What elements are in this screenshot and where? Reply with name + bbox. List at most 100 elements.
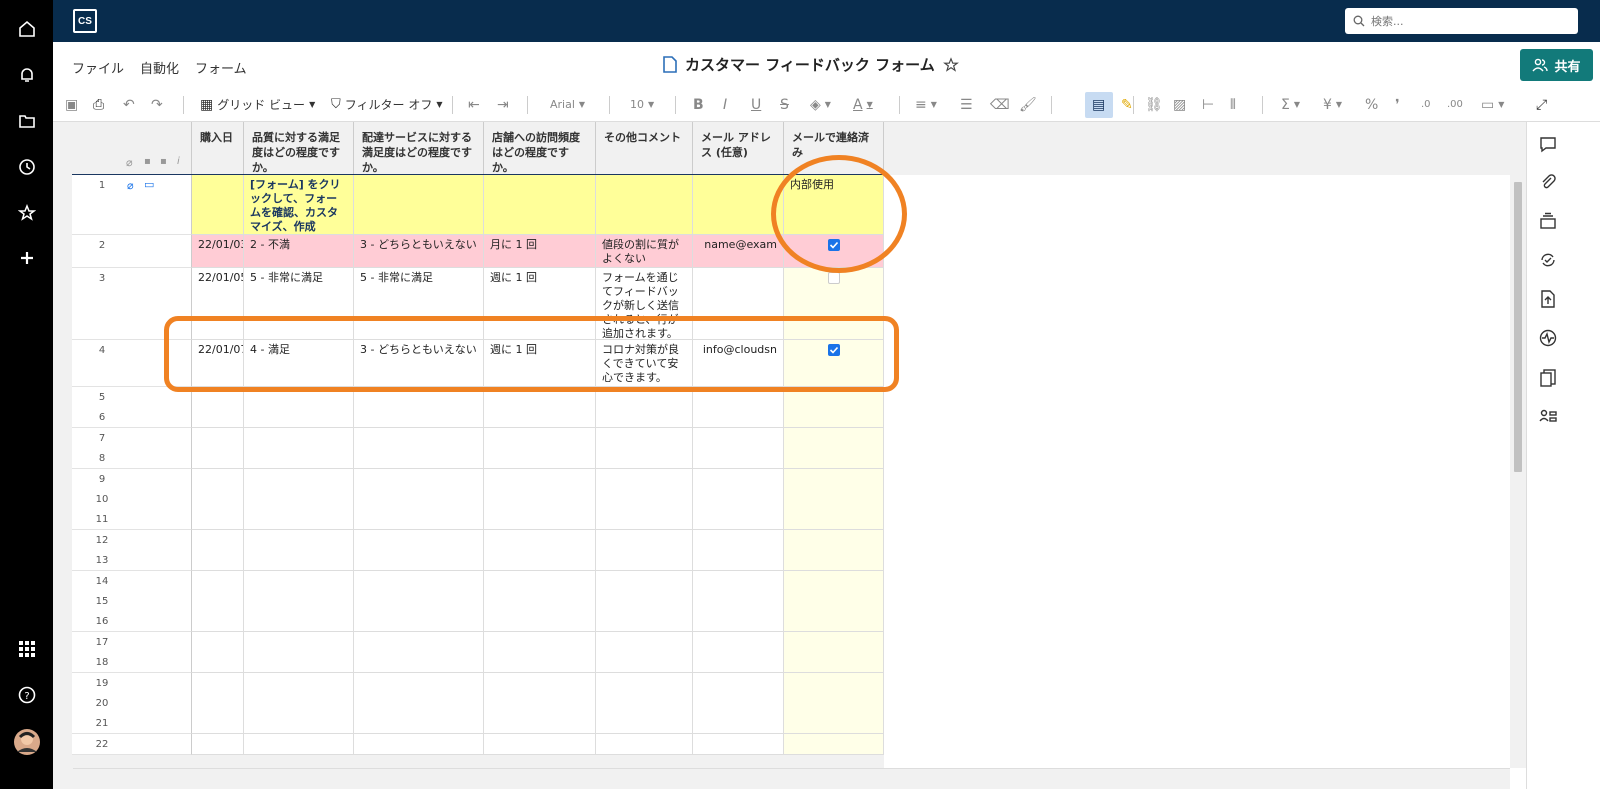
table-cell[interactable] xyxy=(192,448,244,470)
table-cell[interactable] xyxy=(693,550,784,572)
activity-icon[interactable] xyxy=(1537,327,1559,349)
table-cell[interactable] xyxy=(244,672,354,694)
table-cell[interactable] xyxy=(354,407,484,429)
table-cell[interactable]: [フォーム] をクリックして、フォームを確認、カスタマイズ、作成 xyxy=(244,175,354,235)
table-cell[interactable] xyxy=(192,652,244,674)
row-number[interactable]: 14 xyxy=(72,570,192,592)
table-cell[interactable] xyxy=(192,175,244,235)
table-cell[interactable] xyxy=(693,529,784,551)
table-cell[interactable] xyxy=(693,489,784,510)
table-cell[interactable]: 週に 1 回 xyxy=(484,268,596,340)
save-icon[interactable]: ▣ xyxy=(65,96,78,114)
row-number[interactable]: 8 xyxy=(72,448,192,470)
table-cell[interactable] xyxy=(484,468,596,490)
row-number[interactable]: 4 xyxy=(72,340,192,387)
table-cell[interactable] xyxy=(784,448,884,470)
table-cell[interactable] xyxy=(244,489,354,510)
contacts-icon[interactable] xyxy=(1537,406,1559,428)
favorite-star-icon[interactable] xyxy=(942,56,959,73)
table-cell[interactable] xyxy=(693,448,784,470)
bold-icon[interactable]: B xyxy=(693,96,704,114)
table-cell[interactable] xyxy=(354,611,484,633)
table-cell[interactable] xyxy=(244,652,354,674)
summary-icon[interactable] xyxy=(1537,367,1559,389)
row-number[interactable]: 10 xyxy=(72,489,192,510)
horizontal-scrollbar[interactable] xyxy=(73,768,1510,789)
table-cell[interactable] xyxy=(244,550,354,572)
table-cell[interactable] xyxy=(354,672,484,694)
table-cell[interactable]: 2 - 不満 xyxy=(244,235,354,268)
apps-grid-icon[interactable] xyxy=(12,634,42,664)
table-cell[interactable] xyxy=(596,713,693,735)
row-number[interactable]: 11 xyxy=(72,509,192,531)
font-size-dropdown[interactable]: 10 ▼ xyxy=(630,96,654,114)
decrease-decimal-icon[interactable]: .0 xyxy=(1421,96,1431,114)
table-cell[interactable]: 22/01/05 xyxy=(192,268,244,340)
wrap-icon[interactable]: ☰ xyxy=(960,96,973,114)
table-cell[interactable] xyxy=(693,672,784,694)
table-cell[interactable] xyxy=(596,529,693,551)
column-header[interactable]: 購入日 xyxy=(192,122,244,175)
contacted-checkbox[interactable] xyxy=(828,344,840,356)
vertical-scrollbar[interactable] xyxy=(1510,122,1526,768)
row-number[interactable]: 16 xyxy=(72,611,192,633)
row-number[interactable]: 15 xyxy=(72,591,192,612)
link-icon[interactable]: ⛓ xyxy=(1145,96,1163,114)
table-cell[interactable] xyxy=(354,733,484,755)
table-cell[interactable] xyxy=(354,175,484,235)
print-icon[interactable]: ⎙ xyxy=(93,96,104,114)
table-cell[interactable] xyxy=(244,570,354,592)
table-cell[interactable] xyxy=(596,733,693,755)
table-cell[interactable]: 5 - 非常に満足 xyxy=(354,268,484,340)
row-number[interactable]: 12 xyxy=(72,529,192,551)
table-cell[interactable] xyxy=(596,631,693,653)
help-icon[interactable]: ? xyxy=(12,680,42,710)
table-cell[interactable] xyxy=(192,509,244,531)
table-cell[interactable] xyxy=(354,591,484,612)
row-number[interactable]: 21 xyxy=(72,713,192,735)
table-cell[interactable] xyxy=(784,550,884,572)
expand-icon[interactable]: ⤢ xyxy=(1536,96,1547,114)
comment-icon[interactable]: ▭ xyxy=(144,178,154,191)
table-cell[interactable] xyxy=(192,591,244,612)
table-cell[interactable] xyxy=(484,427,596,449)
table-cell[interactable] xyxy=(192,387,244,408)
table-cell[interactable] xyxy=(192,489,244,510)
table-cell[interactable] xyxy=(596,550,693,572)
font-dropdown[interactable]: Arial ▼ xyxy=(550,96,585,114)
table-cell[interactable] xyxy=(784,570,884,592)
table-cell[interactable] xyxy=(354,529,484,551)
table-cell[interactable] xyxy=(784,468,884,490)
table-cell[interactable] xyxy=(244,733,354,755)
table-cell[interactable] xyxy=(354,468,484,490)
row-number[interactable]: 22 xyxy=(72,733,192,755)
row-number[interactable]: 18 xyxy=(72,652,192,674)
row-number[interactable]: 9 xyxy=(72,468,192,490)
outdent-icon[interactable]: ⇤ xyxy=(468,96,480,114)
table-cell[interactable] xyxy=(596,175,693,235)
table-cell[interactable] xyxy=(244,591,354,612)
strikethrough-icon[interactable]: S xyxy=(780,96,789,114)
table-cell[interactable] xyxy=(693,733,784,755)
table-cell[interactable]: フォームを通じてフィードバックが新しく送信されると、行が追加されます。 xyxy=(596,268,693,340)
table-cell[interactable] xyxy=(192,611,244,633)
table-cell[interactable] xyxy=(693,175,784,235)
table-cell[interactable]: name@exam xyxy=(693,235,784,268)
row-number[interactable]: 6 xyxy=(72,407,192,429)
text-color-icon[interactable]: A ▼ xyxy=(853,96,873,114)
table-cell[interactable] xyxy=(484,550,596,572)
table-cell[interactable] xyxy=(596,693,693,714)
row-number[interactable]: 19 xyxy=(72,672,192,694)
column-header[interactable]: 品質に対する満足度はどの程度ですか。 xyxy=(244,122,354,175)
table-cell[interactable] xyxy=(596,489,693,510)
align-icon[interactable]: ≡ ▼ xyxy=(915,96,937,114)
table-cell[interactable] xyxy=(596,672,693,694)
menu-file[interactable]: ファイル xyxy=(72,58,124,77)
table-cell[interactable] xyxy=(784,489,884,510)
share-button[interactable]: 共有 xyxy=(1520,49,1593,81)
comment-icon[interactable] xyxy=(1537,133,1559,155)
table-cell[interactable] xyxy=(192,672,244,694)
table-cell[interactable] xyxy=(484,407,596,429)
table-cell[interactable] xyxy=(354,489,484,510)
table-cell[interactable] xyxy=(693,268,784,340)
